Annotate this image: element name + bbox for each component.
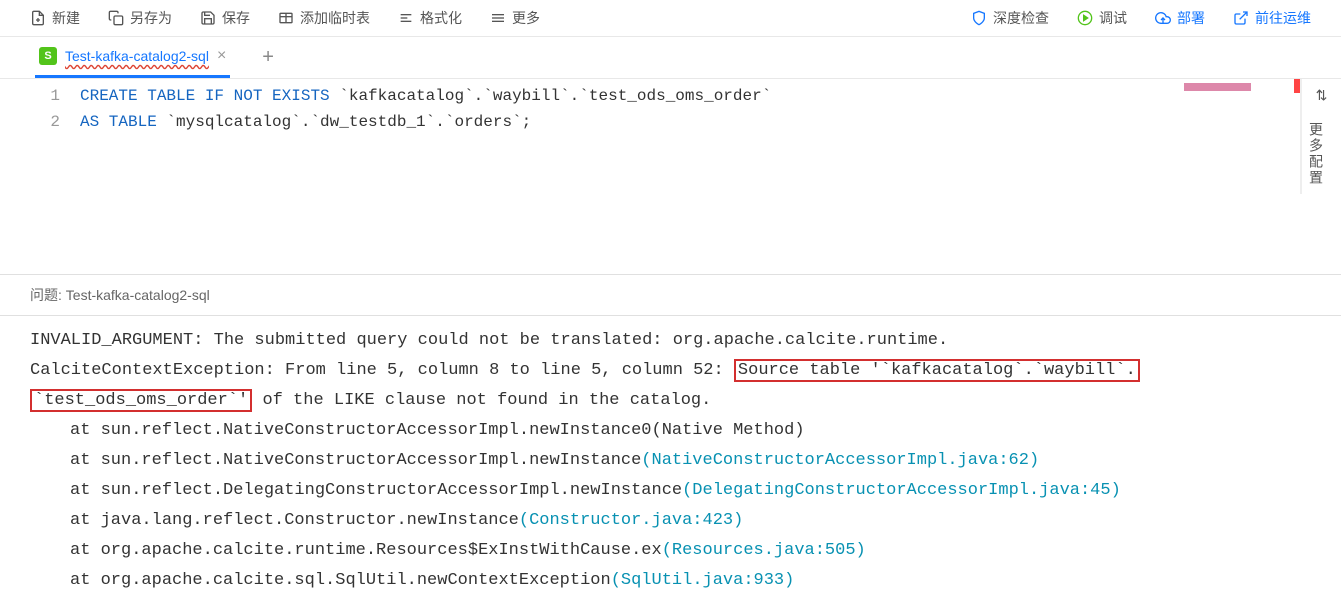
stack-frame: at sun.reflect.NativeConstructorAccessor… — [30, 416, 1311, 446]
add-temp-table-button[interactable]: 添加临时表 — [278, 8, 370, 28]
side-panel-label: 更多配置 — [1306, 122, 1326, 186]
save-label: 保存 — [222, 8, 250, 28]
more-label: 更多 — [512, 8, 540, 28]
stack-source-link[interactable]: (Resources.java:505) — [662, 541, 866, 560]
tab-active[interactable]: S Test-kafka-catalog2-sql × — [35, 37, 230, 78]
deep-check-label: 深度检查 — [993, 8, 1049, 28]
format-button[interactable]: 格式化 — [398, 8, 462, 28]
cloud-upload-icon — [1155, 10, 1171, 26]
code-line[interactable]: CREATE TABLE IF NOT EXISTS `kafkacatalog… — [80, 83, 1180, 109]
stack-source-link[interactable]: (NativeConstructorAccessorImpl.java:62) — [641, 451, 1039, 470]
error-message: CalciteContextException: From line 5, co… — [30, 356, 1311, 386]
minimap[interactable] — [1180, 79, 1301, 194]
error-message: `test_ods_oms_order`' of the LIKE clause… — [30, 386, 1311, 416]
stack-frame: at sun.reflect.DelegatingConstructorAcce… — [30, 476, 1311, 506]
external-link-icon — [1233, 10, 1249, 26]
stack-frame: at org.apache.calcite.sql.SqlUtil.newCon… — [30, 566, 1311, 596]
save-icon — [200, 10, 216, 26]
new-button[interactable]: 新建 — [30, 8, 80, 28]
code-line[interactable]: AS TABLE `mysqlcatalog`.`dw_testdb_1`.`o… — [80, 109, 1180, 135]
error-message: INVALID_ARGUMENT: The submitted query co… — [30, 326, 1311, 356]
toolbar: 新建 另存为 保存 添加临时表 格式化 更多 深度检查 调试 部署 前往运维 — [0, 0, 1341, 37]
stack-frame: at org.apache.calcite.runtime.Resources$… — [30, 536, 1311, 566]
close-icon[interactable]: × — [217, 47, 226, 65]
problems-panel-header[interactable]: 问题: Test-kafka-catalog2-sql — [0, 274, 1341, 316]
code-editor[interactable]: 12 CREATE TABLE IF NOT EXISTS `kafkacata… — [0, 79, 1180, 194]
stack-source-link[interactable]: (Constructor.java:423) — [519, 511, 743, 530]
go-ops-label: 前往运维 — [1255, 8, 1311, 28]
minimap-error-marker — [1294, 79, 1300, 93]
error-highlight: Source table '`kafkacatalog`.`waybill`. — [734, 359, 1140, 382]
stack-frame: at java.lang.reflect.Constructor.newInst… — [30, 506, 1311, 536]
stack-source-link[interactable]: (DelegatingConstructorAccessorImpl.java:… — [682, 481, 1121, 500]
line-gutter: 12 — [0, 83, 80, 190]
menu-icon — [490, 10, 506, 26]
code-body[interactable]: CREATE TABLE IF NOT EXISTS `kafkacatalog… — [80, 83, 1180, 190]
go-ops-button[interactable]: 前往运维 — [1233, 8, 1311, 28]
file-plus-icon — [30, 10, 46, 26]
debug-label: 调试 — [1099, 8, 1127, 28]
problems-title: 问题: Test-kafka-catalog2-sql — [30, 287, 210, 303]
error-highlight: `test_ods_oms_order`' — [30, 389, 252, 412]
stack-source-link[interactable]: (SqlUtil.java:933) — [611, 571, 795, 590]
play-circle-icon — [1077, 10, 1093, 26]
side-panel-toggle[interactable]: ⇅ 更多配置 — [1301, 79, 1341, 194]
more-button[interactable]: 更多 — [490, 8, 540, 28]
new-label: 新建 — [52, 8, 80, 28]
format-icon — [398, 10, 414, 26]
save-as-label: 另存为 — [130, 8, 172, 28]
copy-icon — [108, 10, 124, 26]
save-as-button[interactable]: 另存为 — [108, 8, 172, 28]
deep-check-button[interactable]: 深度检查 — [971, 8, 1049, 28]
shield-icon — [971, 10, 987, 26]
deploy-button[interactable]: 部署 — [1155, 8, 1205, 28]
table-plus-icon — [278, 10, 294, 26]
tab-badge-icon: S — [39, 47, 57, 65]
line-number: 2 — [0, 109, 60, 135]
debug-button[interactable]: 调试 — [1077, 8, 1127, 28]
line-number: 1 — [0, 83, 60, 109]
add-tab-button[interactable]: + — [242, 46, 294, 69]
save-button[interactable]: 保存 — [200, 8, 250, 28]
tab-bar: S Test-kafka-catalog2-sql × + — [0, 37, 1341, 79]
problems-panel-body: INVALID_ARGUMENT: The submitted query co… — [0, 316, 1341, 606]
tab-title: Test-kafka-catalog2-sql — [65, 48, 209, 64]
format-label: 格式化 — [420, 8, 462, 28]
editor-area: 12 CREATE TABLE IF NOT EXISTS `kafkacata… — [0, 79, 1341, 194]
add-temp-table-label: 添加临时表 — [300, 8, 370, 28]
deploy-label: 部署 — [1177, 8, 1205, 28]
stack-frame: at sun.reflect.NativeConstructorAccessor… — [30, 446, 1311, 476]
swap-icon: ⇅ — [1306, 87, 1337, 104]
